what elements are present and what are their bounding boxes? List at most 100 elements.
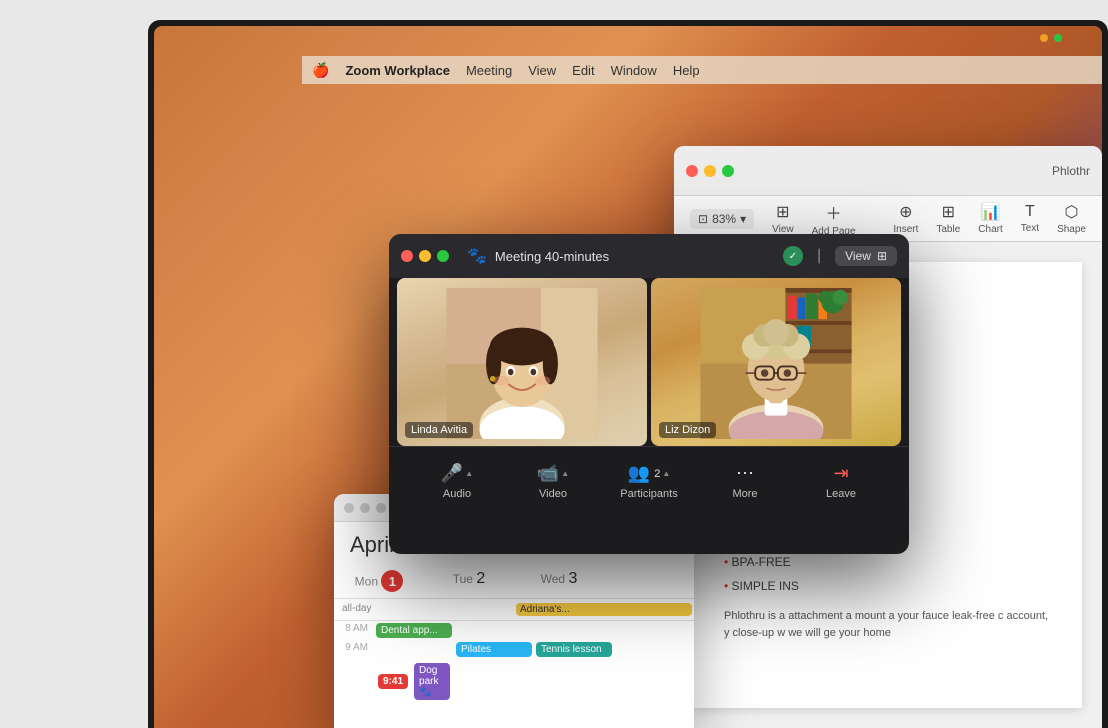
video-camera-icon: 📹 <box>537 463 559 484</box>
zoom-control[interactable]: ⊡ 83% ▾ <box>690 209 754 229</box>
leave-icon-wrap: ⇥ <box>833 463 848 484</box>
cal-cell-8-3 <box>534 621 614 640</box>
audio-control[interactable]: 🎤 ▲ Audio <box>427 463 487 500</box>
day-header-tue: Tue 2 <box>424 564 514 598</box>
participants-icon: 👥 <box>628 463 650 484</box>
day-header-mon: Mon 1 <box>334 564 424 598</box>
zoom-view-label: View <box>845 249 871 263</box>
pages-fullscreen-button[interactable] <box>722 165 734 177</box>
time-label-8am: 8 AM <box>334 621 374 640</box>
more-control[interactable]: ⋯ More <box>715 463 775 500</box>
pages-bullet-simple: • SIMPLE INS <box>724 574 1052 598</box>
video-participant-liz: Liz Dizon <box>651 278 901 446</box>
audio-icon-wrap: 🎤 ▲ <box>441 463 473 484</box>
zoom-shield-icon: ✓ <box>783 246 803 266</box>
add-page-icon: ＋ <box>826 200 842 224</box>
more-icon-wrap: ⋯ <box>736 463 754 484</box>
cal-cell-9-3: Tennis lesson <box>534 640 614 659</box>
linda-avatar-svg <box>410 288 635 439</box>
camera-dot-green <box>1054 34 1062 42</box>
video-chevron-icon: ▲ <box>561 469 569 478</box>
pages-titlebar: Phlothr <box>674 146 1102 196</box>
menu-view[interactable]: View <box>528 63 556 78</box>
day-header-4 <box>604 564 694 598</box>
toolbar-text[interactable]: T Text <box>1021 203 1039 234</box>
calendar-minimize-button[interactable] <box>360 503 370 513</box>
screen-outer: 🍎 Zoom Workplace Meeting View Edit Windo… <box>148 20 1108 728</box>
dental-event[interactable]: Dental app... <box>376 623 452 638</box>
more-dots-icon: ⋯ <box>736 463 754 484</box>
calendar-close-button[interactable] <box>344 503 354 513</box>
toolbar-view[interactable]: ⊞ View <box>772 202 794 235</box>
liz-avatar-svg <box>664 288 889 439</box>
calendar-day-headers: Mon 1 Tue 2 Wed 3 <box>334 564 694 599</box>
chart-label: Chart <box>978 224 1002 235</box>
menu-bar: 🍎 Zoom Workplace Meeting View Edit Windo… <box>302 56 1102 84</box>
menu-help[interactable]: Help <box>673 63 700 78</box>
participants-control[interactable]: 👥 2 ▲ Participants <box>619 463 679 500</box>
video-participant-linda: Linda Avitia <box>397 278 647 446</box>
pages-minimize-button[interactable] <box>704 165 716 177</box>
video-icon-wrap: 📹 ▲ <box>537 463 569 484</box>
insert-icon: ⊕ <box>899 202 912 222</box>
cal-cell-9-2: Pilates <box>454 640 534 659</box>
participants-chevron-icon: ▲ <box>662 469 670 478</box>
leave-label: Leave <box>826 488 856 500</box>
menu-edit[interactable]: Edit <box>572 63 594 78</box>
table-icon: ⊞ <box>942 202 955 222</box>
dog-park-event[interactable]: Dog park 🐾 <box>414 663 450 700</box>
cal-cell-941-2 <box>454 659 534 704</box>
time-label-9am: 9 AM <box>334 640 374 659</box>
audio-chevron-icon: ▲ <box>465 469 473 478</box>
cal-cell-941-label <box>334 659 374 704</box>
cal-cell-941-3 <box>534 659 614 704</box>
participants-count: 2 <box>654 468 660 480</box>
cal-cell-941-1: 9:41 Dog park 🐾 <box>374 659 454 704</box>
app-name[interactable]: Zoom Workplace <box>345 63 450 78</box>
camera-dot-orange <box>1040 34 1048 42</box>
zoom-minimize-button[interactable] <box>419 250 431 262</box>
camera-area <box>1040 34 1062 42</box>
zoom-view-button[interactable]: View ⊞ <box>835 246 897 266</box>
adriana-event[interactable]: Adriana's... <box>516 603 692 616</box>
toolbar-shape[interactable]: ⬡ Shape <box>1057 202 1086 235</box>
zoom-traffic-lights <box>401 250 449 262</box>
cal-cell-8-4 <box>614 621 694 640</box>
view-icon: ⊞ <box>776 202 789 222</box>
shape-label: Shape <box>1057 224 1086 235</box>
video-control[interactable]: 📹 ▲ Video <box>523 463 583 500</box>
zoom-paw-icon: 🐾 <box>467 246 487 266</box>
apple-menu-icon[interactable]: 🍎 <box>312 62 329 79</box>
linda-name-label: Linda Avitia <box>405 422 473 438</box>
zoom-titlebar: 🐾 Meeting 40-minutes ✓ | View ⊞ <box>389 234 909 278</box>
zoom-value: 83% <box>712 212 736 226</box>
day-header-wed: Wed 3 <box>514 564 604 598</box>
toolbar-add-page[interactable]: ＋ Add Page <box>812 200 856 237</box>
microphone-icon: 🎤 <box>441 463 463 484</box>
menu-meeting[interactable]: Meeting <box>466 63 512 78</box>
zoom-fullscreen-button[interactable] <box>437 250 449 262</box>
cal-cell-941-4 <box>614 659 694 704</box>
toolbar-chart[interactable]: 📊 Chart <box>978 202 1002 235</box>
calendar-fullscreen-button[interactable] <box>376 503 386 513</box>
pages-close-button[interactable] <box>686 165 698 177</box>
leave-control[interactable]: ⇥ Leave <box>811 463 871 500</box>
zoom-window: 🐾 Meeting 40-minutes ✓ | View ⊞ <box>389 234 909 554</box>
toolbar-insert[interactable]: ⊕ Insert <box>893 202 918 235</box>
zoom-icon: ⊡ <box>698 212 708 226</box>
cal-cell-8-1: Dental app... <box>374 621 454 640</box>
zoom-controls-toolbar: 🎤 ▲ Audio 📹 ▲ Video 👥 2 ▲ <box>389 446 909 516</box>
zoom-close-button[interactable] <box>401 250 413 262</box>
calendar-time-grid: 8 AM Dental app... 9 AM Pilates Tennis l… <box>334 621 694 704</box>
pilates-event[interactable]: Pilates <box>456 642 532 657</box>
zoom-chevron: ▾ <box>740 212 746 226</box>
zoom-grid-icon: ⊞ <box>877 249 887 263</box>
more-label: More <box>732 488 757 500</box>
menu-window[interactable]: Window <box>611 63 657 78</box>
participants-label: Participants <box>620 488 677 500</box>
pages-traffic-lights <box>686 165 734 177</box>
chart-icon: 📊 <box>981 202 1001 222</box>
leave-icon: ⇥ <box>833 463 848 484</box>
toolbar-table[interactable]: ⊞ Table <box>936 202 960 235</box>
tennis-event[interactable]: Tennis lesson <box>536 642 612 657</box>
